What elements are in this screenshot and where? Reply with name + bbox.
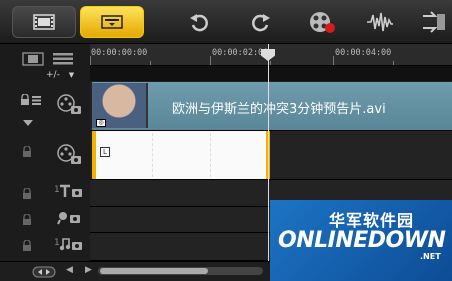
lock-icon[interactable]	[22, 240, 32, 252]
storyboard-view-button[interactable]	[12, 6, 76, 38]
watermark-logo-text: ONLINEDOWN	[278, 228, 446, 253]
auto-music-button[interactable]	[416, 6, 452, 38]
timeline-icon	[101, 15, 123, 29]
lock-icon[interactable]	[22, 188, 32, 200]
record-capture-button[interactable]	[302, 6, 342, 38]
microphone-icon	[57, 212, 80, 225]
scroll-left-icon[interactable]: ◀	[66, 265, 73, 275]
main-toolbar	[0, 0, 452, 44]
scrollbar-thumb[interactable]	[100, 268, 208, 274]
auto-music-icon	[423, 11, 445, 33]
scroll-right-icon[interactable]: ▶	[85, 265, 92, 275]
ruler-tick-label: 00:00:02:00	[212, 48, 269, 58]
ruler-tick	[210, 56, 211, 65]
ruler-tick	[393, 61, 394, 65]
filmstrip-icon	[33, 14, 55, 30]
lock-icon[interactable]	[20, 94, 42, 106]
playhead-line	[268, 44, 269, 261]
clip-marker: L	[100, 147, 110, 157]
overlay-clip[interactable]: L	[92, 131, 270, 179]
ruler-tick	[333, 56, 334, 65]
track-headers: 1 1	[0, 81, 90, 261]
undo-button[interactable]	[182, 6, 216, 38]
ruler-tick-label: 00:00:04:00	[335, 48, 392, 58]
ruler-tick	[90, 56, 91, 65]
lock-icon[interactable]	[22, 214, 32, 226]
ruler-tick-label: 00:00:00:00	[91, 48, 148, 58]
dashed-divider	[210, 133, 211, 177]
audio-mixer-button[interactable]	[360, 6, 400, 38]
undo-icon	[190, 14, 208, 32]
zoom-control[interactable]: +/- ▼	[46, 70, 90, 80]
chevron-down-icon: ▼	[68, 71, 75, 79]
zoom-label: +/-	[46, 70, 60, 80]
timeline-view-button[interactable]	[80, 6, 144, 38]
ruler-tick	[150, 61, 151, 65]
expand-arrow-icon[interactable]	[23, 119, 33, 127]
title-icon	[60, 184, 82, 197]
redo-button[interactable]	[244, 6, 278, 38]
video-clip-name: 欧洲与伊斯兰的冲突3分钟预告片.avi	[172, 102, 386, 117]
watermark-net-text: .NET	[420, 252, 441, 261]
filmstrip-icon[interactable]	[22, 52, 44, 66]
overlay-icon	[57, 144, 81, 164]
fit-project-icon[interactable]	[32, 266, 56, 278]
audio-indicator-icon: ◎	[96, 119, 106, 127]
list-view-icon[interactable]	[52, 52, 74, 66]
dashed-divider	[152, 133, 153, 177]
ruler-tick	[270, 61, 271, 65]
lock-icon[interactable]	[22, 146, 32, 158]
music-note-icon	[59, 238, 82, 251]
record-capture-icon	[310, 12, 335, 33]
audio-waveform-icon	[367, 12, 393, 32]
redo-icon	[252, 14, 270, 32]
film-reel-icon	[57, 94, 81, 114]
